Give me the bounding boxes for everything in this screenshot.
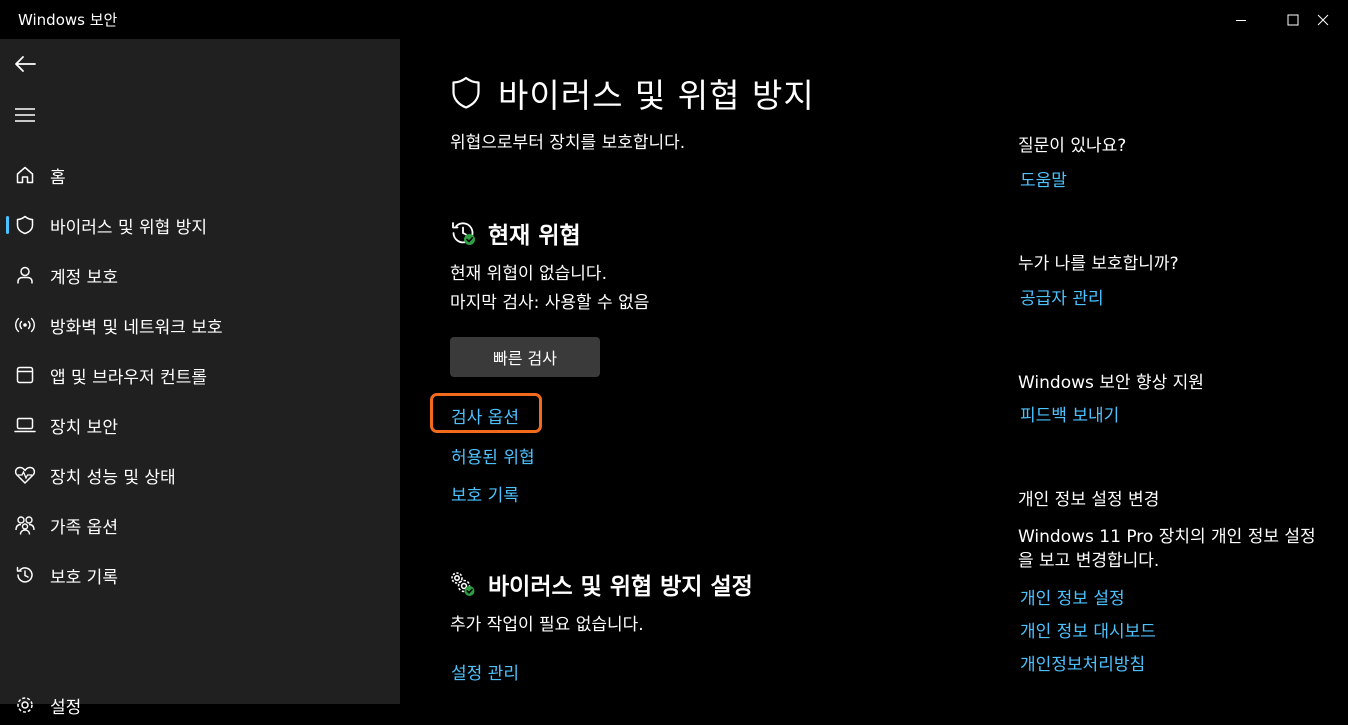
privacy-settings-link[interactable]: 개인 정보 설정	[1020, 584, 1125, 609]
sidebar-item-label: 방화벽 및 네트워크 보호	[50, 317, 223, 338]
protector-heading: 누가 나를 보호합니까?	[1018, 254, 1179, 274]
history-check-icon	[452, 222, 475, 245]
minimize-icon	[1236, 19, 1246, 21]
sidebar-item-home[interactable]: 홈	[8, 155, 392, 195]
sidebar-item-label: 보호 기록	[50, 567, 118, 588]
back-button[interactable]	[12, 51, 38, 77]
improve-heading: Windows 보안 향상 지원	[1018, 373, 1204, 393]
send-feedback-link[interactable]: 피드백 보내기	[1020, 401, 1119, 426]
protection-settings-title: 바이러스 및 위협 방지 설정	[488, 574, 753, 600]
close-icon	[1317, 14, 1329, 25]
sidebar-item-settings[interactable]: 설정	[8, 685, 392, 725]
page-title-text: 바이러스 및 위협 방지	[498, 76, 815, 115]
protection-history-link[interactable]: 보호 기록	[451, 481, 519, 506]
shield-icon	[14, 214, 36, 236]
gear-check-icon	[451, 572, 475, 596]
sidebar-item-device-security[interactable]: 장치 보안	[8, 405, 392, 445]
maximize-icon	[1287, 14, 1299, 25]
privacy-statement-link[interactable]: 개인정보처리방침	[1020, 650, 1145, 675]
gear-icon	[14, 694, 36, 716]
hamburger-icon	[15, 108, 35, 122]
person-icon	[14, 264, 36, 286]
current-threats-title: 현재 위협	[488, 223, 581, 249]
sidebar-item-protection-history[interactable]: 보호 기록	[8, 555, 392, 595]
privacy-heading: 개인 정보 설정 변경	[1018, 490, 1160, 510]
hamburger-menu-button[interactable]	[12, 102, 38, 128]
page-subtitle: 위협으로부터 장치를 보호합니다.	[450, 133, 686, 153]
privacy-description: Windows 11 Pro 장치의 개인 정보 설정을 보고 변경합니다.	[1018, 527, 1316, 571]
privacy-dashboard-link[interactable]: 개인 정보 대시보드	[1020, 617, 1156, 642]
back-arrow-icon	[15, 56, 36, 72]
help-link[interactable]: 도움말	[1020, 166, 1067, 191]
sidebar-item-account-protection[interactable]: 계정 보호	[8, 255, 392, 295]
last-scan-text: 마지막 검사: 사용할 수 없음	[450, 293, 650, 313]
manage-providers-link[interactable]: 공급자 관리	[1020, 284, 1104, 309]
minimize-button[interactable]	[1218, 0, 1264, 39]
sidebar-item-virus-protection[interactable]: 바이러스 및 위협 방지	[6, 205, 392, 245]
sidebar-item-label: 바이러스 및 위협 방지	[50, 217, 207, 238]
current-threats-heading: 현재 위협	[450, 216, 581, 250]
scan-options-link[interactable]: 검사 옵션	[451, 403, 519, 428]
threat-status-text: 현재 위협이 없습니다.	[450, 264, 607, 284]
questions-heading: 질문이 있나요?	[1018, 136, 1127, 156]
allowed-threats-link[interactable]: 허용된 위협	[451, 443, 535, 468]
sidebar-item-label: 앱 및 브라우저 컨트롤	[50, 367, 207, 388]
sidebar-item-label: 설정	[50, 697, 82, 718]
home-icon	[14, 164, 36, 186]
sidebar-item-firewall[interactable]: 방화벽 및 네트워크 보호	[8, 305, 392, 345]
sidebar-item-label: 홈	[50, 167, 66, 188]
laptop-icon	[14, 414, 36, 436]
sidebar-item-family-options[interactable]: 가족 옵션	[8, 505, 392, 545]
sidebar-item-label: 장치 보안	[50, 417, 118, 438]
sidebar-item-app-browser-control[interactable]: 앱 및 브라우저 컨트롤	[8, 355, 392, 395]
sidebar-item-label: 계정 보호	[50, 267, 118, 288]
main-content: 바이러스 및 위협 방지 위협으로부터 장치를 보호합니다. 현재 위협 현재 …	[400, 39, 1348, 704]
sidebar-item-label: 장치 성능 및 상태	[50, 467, 176, 488]
family-icon	[14, 514, 36, 536]
sidebar-item-device-health[interactable]: 장치 성능 및 상태	[8, 455, 392, 495]
close-button[interactable]	[1300, 0, 1346, 39]
page-title: 바이러스 및 위협 방지	[450, 69, 815, 117]
title-bar: Windows 보안	[0, 0, 1348, 39]
shield-icon	[452, 76, 480, 109]
sidebar: 홈 바이러스 및 위협 방지 계정 보호 방화벽 및 네트워크 보호 앱 및 브…	[0, 39, 400, 718]
manage-settings-link[interactable]: 설정 관리	[451, 659, 519, 684]
wireless-icon	[14, 314, 36, 336]
quick-scan-button[interactable]: 빠른 검사	[450, 337, 600, 377]
protection-settings-heading: 바이러스 및 위협 방지 설정	[450, 567, 753, 601]
sidebar-item-label: 가족 옵션	[50, 517, 118, 538]
history-icon	[14, 564, 36, 586]
app-window-icon	[14, 364, 36, 386]
settings-status-text: 추가 작업이 필요 없습니다.	[450, 615, 644, 635]
heart-icon	[14, 464, 36, 486]
window-title: Windows 보안	[18, 11, 118, 29]
